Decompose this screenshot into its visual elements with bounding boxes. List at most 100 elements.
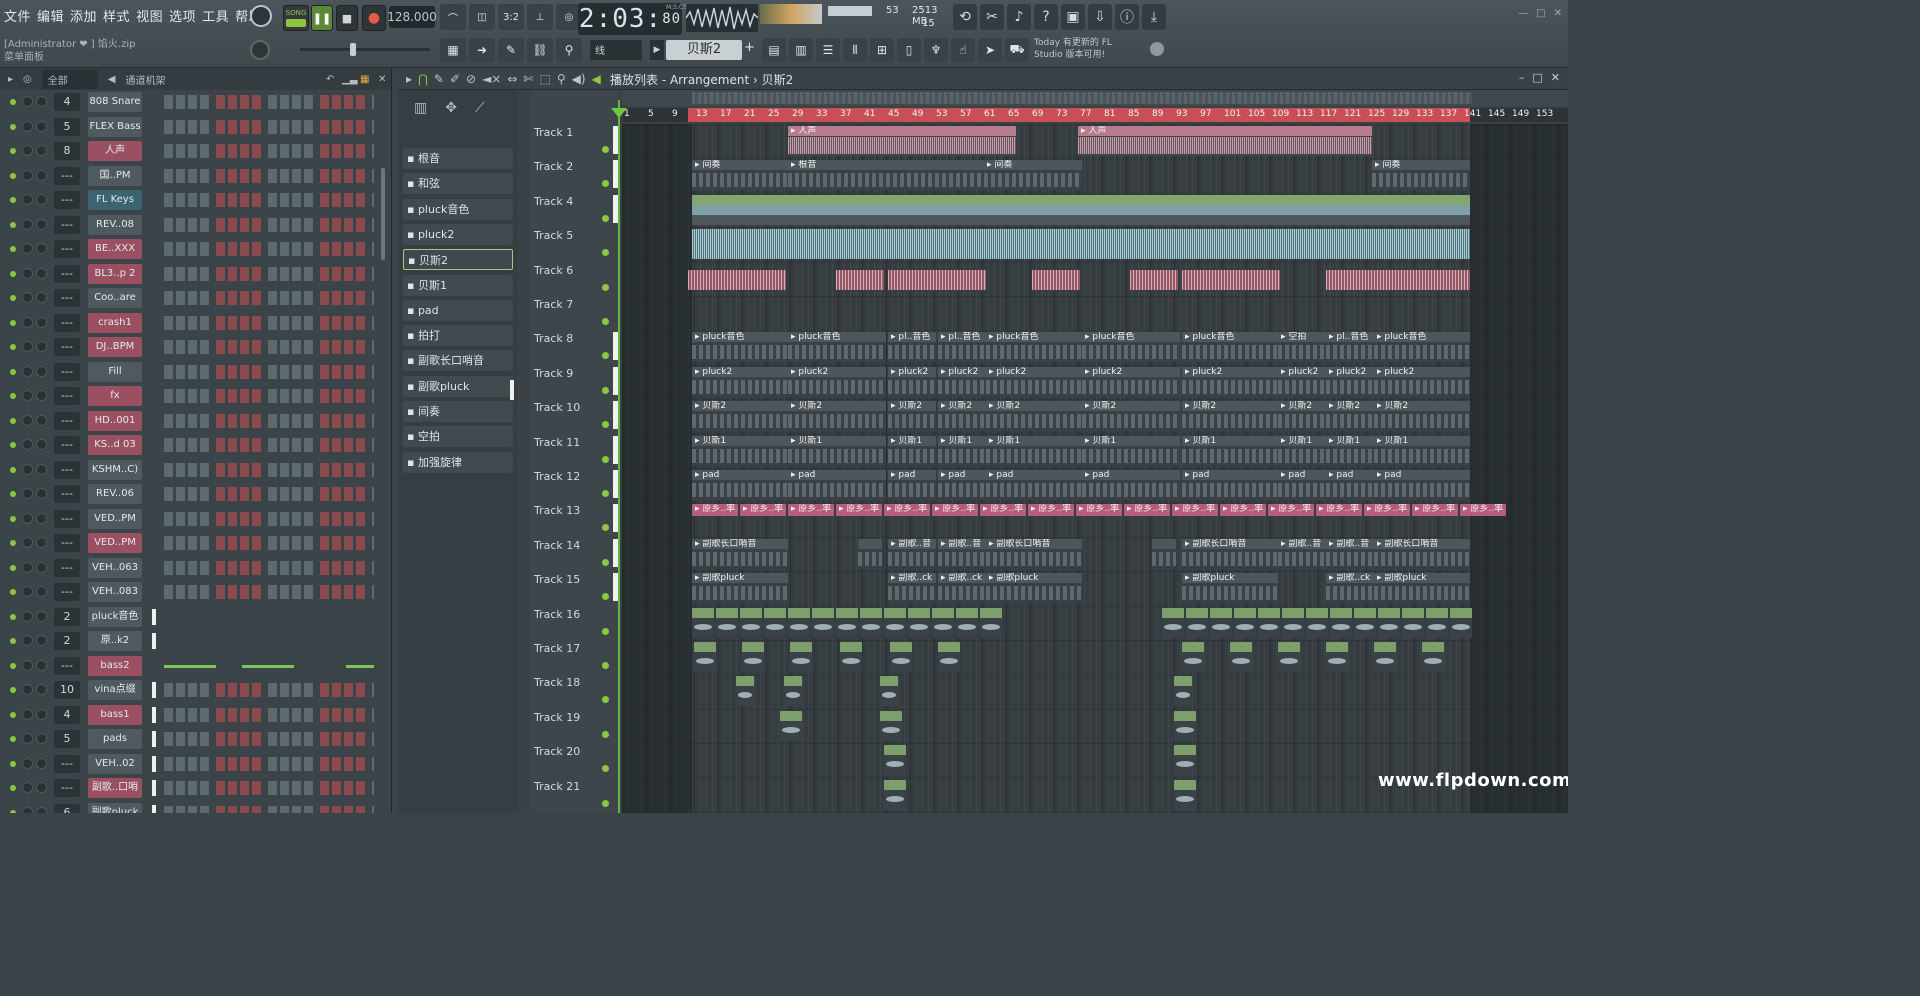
channel-volume-knob[interactable] <box>36 684 47 695</box>
channel-mixer-track[interactable]: --- <box>54 754 80 773</box>
arrangement-clip[interactable] <box>1230 642 1252 672</box>
step-sequencer[interactable] <box>164 242 374 256</box>
arrangement-clip[interactable] <box>880 676 898 707</box>
track-enable-led[interactable] <box>602 799 609 807</box>
channel-volume-knob[interactable] <box>36 733 47 744</box>
arrangement-clip[interactable] <box>764 607 786 638</box>
automation-view-icon[interactable]: ⟋ <box>475 100 485 116</box>
countdown-icon[interactable]: 3:2 <box>498 4 524 30</box>
arrangement-clip[interactable]: ▸ 副歌..音 <box>1278 538 1326 569</box>
news-close-icon[interactable] <box>1150 42 1164 56</box>
track-header[interactable]: Track 12 <box>530 468 618 498</box>
arrangement-clip[interactable] <box>742 642 764 672</box>
stamp-icon[interactable]: ⚲ <box>556 38 582 62</box>
channel-row[interactable]: 4 bass1 <box>0 703 392 727</box>
channel-volume-knob[interactable] <box>36 512 47 524</box>
channel-name-button[interactable]: bass2 <box>88 655 142 676</box>
channel-row[interactable]: --- VEH..063 <box>0 556 392 580</box>
channel-volume-knob[interactable] <box>36 341 47 352</box>
pattern-selector[interactable]: 贝斯2 <box>666 40 742 60</box>
channel-led[interactable] <box>10 564 16 571</box>
playlist-minimize-icon[interactable]: – <box>1519 71 1525 84</box>
track-header[interactable]: Track 11 <box>530 434 618 464</box>
channel-name-button[interactable]: 国..PM <box>88 165 142 186</box>
channel-volume-knob[interactable] <box>36 267 47 279</box>
arrangement-clip[interactable] <box>1282 607 1304 638</box>
paint-icon[interactable]: ✐ <box>450 72 460 86</box>
arrangement-clip[interactable]: ▸ 副歌..ck <box>938 573 986 604</box>
channel-name-button[interactable]: 副歌pluck <box>88 802 142 813</box>
channel-led[interactable] <box>10 123 16 130</box>
arrangement-clip[interactable] <box>790 642 812 672</box>
channel-mixer-track[interactable]: --- <box>54 656 80 675</box>
arrangement-clip[interactable] <box>1426 607 1448 638</box>
channel-row[interactable]: --- VEH..02 <box>0 752 392 776</box>
step-sequencer[interactable] <box>164 756 374 771</box>
playlist-maximize-icon[interactable]: □ <box>1532 71 1542 84</box>
arrangement-clip[interactable] <box>1152 538 1176 569</box>
arrangement-clip[interactable]: ▸ 副歌pluck <box>986 573 1082 604</box>
arrangement-clip[interactable]: ▸ 根音 <box>788 160 984 191</box>
track-enable-led[interactable] <box>602 524 609 532</box>
arrangement-clip[interactable]: ▸ 贝斯1 <box>1326 435 1374 466</box>
arrangement-clip[interactable]: ▸ pad <box>1182 470 1278 500</box>
channel-led[interactable] <box>10 809 16 813</box>
arrangement-clip[interactable]: ▸ 副歌..ck <box>1326 573 1374 604</box>
browser-icon[interactable]: ⊞ <box>870 38 894 62</box>
timeline-ruler[interactable]: 1 5 9 13 17 21 25 29 33 37 41 45 49 53 57 61 65 69 73 77 81 8… <box>622 108 1568 122</box>
arrangement-clip[interactable]: ▸ pad <box>938 470 986 500</box>
channel-row[interactable]: --- HD..001 <box>0 409 392 433</box>
channel-led[interactable] <box>10 466 16 473</box>
pattern-item[interactable]: ▪ pluck音色 <box>403 198 513 220</box>
track-enable-led[interactable] <box>602 455 609 463</box>
channel-selector[interactable] <box>152 755 156 772</box>
channel-led[interactable] <box>10 589 16 595</box>
plugin-icon[interactable]: ♆ <box>924 38 948 62</box>
track-enable-led[interactable] <box>602 180 609 188</box>
channel-row[interactable]: 5 pads <box>0 727 392 751</box>
master-pitch-knob[interactable] <box>250 40 270 60</box>
channel-name-button[interactable]: 人声 <box>88 141 142 161</box>
channel-mixer-track[interactable]: --- <box>54 264 80 283</box>
channel-pan-knob[interactable] <box>22 512 33 524</box>
channel-volume-knob[interactable] <box>36 439 47 450</box>
track-enable-led[interactable] <box>602 214 609 222</box>
track-header[interactable]: Track 1 <box>530 124 618 154</box>
channel-mixer-track[interactable]: --- <box>54 436 80 454</box>
channel-pan-knob[interactable] <box>22 243 33 254</box>
channel-mixer-track[interactable]: --- <box>54 166 80 185</box>
playhead[interactable] <box>618 100 620 813</box>
channel-row[interactable]: --- VED..PM <box>0 507 392 531</box>
track-enable-led[interactable] <box>602 765 609 773</box>
channel-mixer-track[interactable]: 5 <box>54 730 80 748</box>
channel-selector[interactable] <box>152 780 156 796</box>
arrangement-clip[interactable]: ▸ 原乡..率 <box>1316 504 1362 517</box>
project-icon[interactable]: ▯ <box>897 38 921 62</box>
mute-tool-icon[interactable]: ◄× <box>482 72 501 86</box>
channel-mixer-track[interactable]: 2 <box>54 607 80 626</box>
channel-pan-knob[interactable] <box>22 414 33 426</box>
arrangement-clip[interactable]: ▸ 间奏 <box>984 160 1082 191</box>
channel-pan-knob[interactable] <box>22 806 33 813</box>
step-sequencer[interactable] <box>164 536 374 550</box>
arrangement-clip[interactable] <box>1210 607 1232 638</box>
channel-pan-knob[interactable] <box>22 586 33 597</box>
arrangement-clip[interactable]: ▸ 原乡..率 <box>740 504 786 517</box>
arrangement-clip[interactable]: ▸ pl..音色 <box>888 332 936 363</box>
channel-led[interactable] <box>10 491 16 497</box>
channel-volume-knob[interactable] <box>36 610 47 622</box>
track-header[interactable]: Track 6 <box>530 262 618 292</box>
menu-patterns[interactable]: 样式 <box>103 6 130 25</box>
arrangement-clip[interactable]: ▸ 原乡..率 <box>932 504 978 517</box>
arrangement-clip[interactable]: ▸ 贝斯1 <box>986 435 1084 466</box>
channel-pan-knob[interactable] <box>22 561 33 573</box>
arrangement-clip[interactable]: ▸ 间奏 <box>1372 160 1470 191</box>
rack-swing-icon[interactable]: ◎ <box>23 74 32 85</box>
channel-pan-knob[interactable] <box>22 733 33 744</box>
track-header[interactable]: Track 18 <box>530 674 618 704</box>
arrangement-clip[interactable] <box>780 710 802 741</box>
arrangement-clip[interactable] <box>1174 779 1196 810</box>
arrangement-clip[interactable] <box>692 229 1470 260</box>
slice-icon[interactable]: ✄ <box>523 72 533 86</box>
step-sequencer[interactable] <box>164 585 374 599</box>
